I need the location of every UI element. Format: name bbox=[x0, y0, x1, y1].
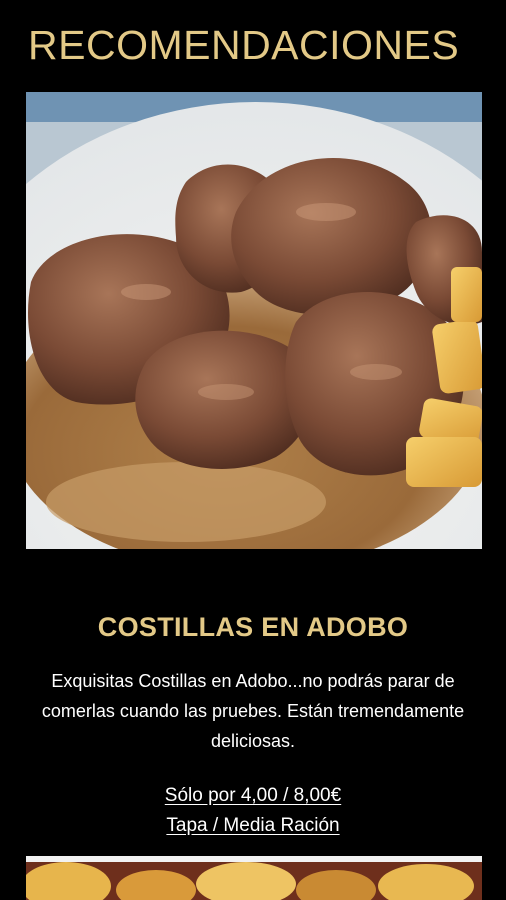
next-dish-image bbox=[26, 856, 482, 900]
price-link[interactable]: Sólo por 4,00 / 8,00€ bbox=[0, 785, 506, 807]
section-title: RECOMENDACIONES bbox=[28, 22, 460, 68]
dish-image bbox=[26, 92, 482, 549]
dish-name: COSTILLAS EN ADOBO bbox=[97, 612, 409, 642]
dish-description: Exquisitas Costillas en Adobo...no podrá… bbox=[41, 671, 465, 751]
portion-link[interactable]: Tapa / Media Ración bbox=[0, 815, 506, 837]
recommendations-page: RECOMENDACIONES COSTILLAS EN ADOBO Exqui… bbox=[0, 0, 506, 900]
